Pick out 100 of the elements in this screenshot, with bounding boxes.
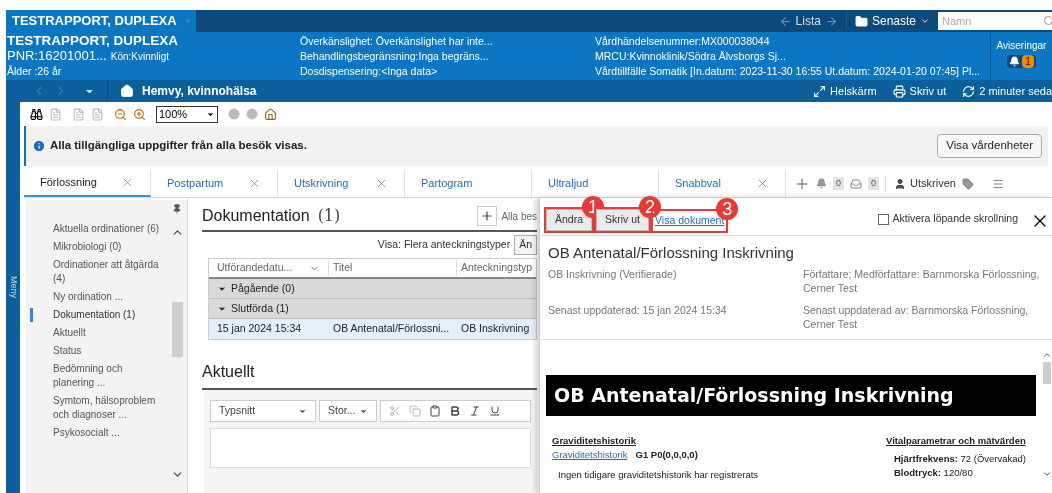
scroll-down-icon[interactable]	[1042, 469, 1052, 479]
copy-icon[interactable]	[409, 405, 421, 417]
view-button[interactable]: Än	[514, 235, 537, 255]
name-search-field[interactable]: Namn	[938, 12, 1040, 30]
patient-name: TESTRAPPORT, DUPLEXA	[7, 33, 180, 48]
bell-icon[interactable]	[816, 178, 827, 189]
banner-info-text: Dosdispensering:<Inga data>	[300, 64, 439, 79]
folder-icon	[854, 14, 868, 28]
notifications-label: Aviseringar	[996, 39, 1047, 53]
nav-list-item[interactable]: Aktuella ordinationer (6)	[30, 222, 167, 236]
notification-count-badge: 1	[1022, 55, 1034, 68]
page-icon[interactable]	[91, 107, 104, 121]
circle-icon[interactable]	[246, 108, 258, 120]
banner-info-text: Vårdhändelsenummer:MX000038044	[595, 34, 771, 49]
section-tab[interactable]: Snabbval	[659, 170, 786, 197]
age-text: Ålder :26 år	[7, 64, 63, 79]
inbox-icon[interactable]	[850, 177, 862, 190]
section-tab[interactable]: Utskrivning	[278, 170, 405, 197]
circle-icon[interactable]	[228, 108, 240, 120]
nav-list-item[interactable]: Mikrobiologi (0)	[30, 240, 167, 254]
show-care-units-button[interactable]: Visa vårdenheter	[937, 134, 1042, 158]
nav-list-item[interactable]: Psykosocialt ...	[30, 426, 167, 440]
nav-action-button[interactable]: Skriv ut	[892, 82, 947, 100]
add-button[interactable]	[477, 206, 498, 226]
document-banner-heading: OB Antenatal/Förlossning Inskrivning	[546, 374, 1036, 416]
banner-info-text: MRCU:Kvinnoklinik/Södra Älvsborgs Sj...	[595, 49, 787, 64]
forward-arrow-icon[interactable]	[824, 14, 838, 28]
continuous-scroll-checkbox[interactable]: Aktivera löpande skrollning	[877, 211, 1018, 227]
nav-list-item[interactable]: Status	[30, 344, 167, 358]
document-type-text: OB Inskrivning (Verifierade)	[548, 266, 678, 282]
caret-icon	[920, 16, 930, 26]
nav-list-item[interactable]: Ordinationer att åtgärda (4)	[30, 258, 167, 286]
column-header[interactable]: Anteckningstyp	[457, 260, 536, 276]
banner-info-text: Behandlingsbegränsning:Inga begräns...	[300, 49, 490, 64]
section-heading: Dokumentation	[202, 206, 310, 226]
group-row[interactable]: Slutförda (1)	[209, 299, 536, 319]
table-cell-text: OB Inskrivning	[460, 321, 531, 337]
refresh-icon	[962, 84, 976, 98]
updated-text: Senast uppdaterad: 15 jan 2024 15:34	[548, 302, 728, 318]
bold-icon[interactable]	[449, 405, 461, 417]
bell-icon	[1009, 56, 1021, 67]
history-link[interactable]: Graviditetshistorik	[552, 447, 628, 462]
font-select[interactable]: Typsnitt	[210, 400, 316, 422]
inbox-count-badge: 0	[868, 176, 880, 191]
view-filter-text: Visa: Flera anteckningstyper	[377, 237, 511, 253]
zoom-select[interactable]: 100%	[156, 105, 218, 123]
history-note: Ingen tidigare graviditetshistorik har registrerats	[557, 468, 760, 482]
nav-list-item[interactable]: Aktuellt	[30, 326, 167, 340]
page-icon[interactable]	[49, 107, 62, 121]
nav-list-item[interactable]: Symtom, hälsoproblem och diagnoser ...	[30, 394, 167, 422]
page-title: Hemvy, kvinnohälsa	[142, 83, 257, 100]
status-button[interactable]: Utskriven	[885, 175, 956, 192]
cut-icon[interactable]	[389, 405, 401, 417]
size-select[interactable]: Stor...	[319, 400, 377, 422]
scrollbar-thumb[interactable]	[1043, 361, 1051, 384]
section-heading: Vitalparametrar och mätvärden	[886, 433, 1027, 448]
section-heading: Graviditetshistorik	[552, 433, 637, 448]
binoculars-icon[interactable]	[30, 107, 43, 121]
nav-action-button[interactable]: 2 minuter seda	[962, 82, 1052, 100]
count-text: (1)	[317, 205, 341, 227]
italic-icon[interactable]	[469, 405, 481, 417]
column-header[interactable]: Utförandedatu...	[209, 260, 329, 276]
history-value: G1 P0(0,0,0,0)	[635, 447, 698, 462]
banner-info-text: Vårdtillfälle Somatik [In.datum: 2023-11-30 16:55 Ut.datum: 2024-01-20 07:45] Pl...	[595, 64, 982, 79]
zoom-out-icon[interactable]	[114, 107, 127, 121]
authors-text: Författare; Medförfattare: Barnmorska Förlossning, Cerner Test	[803, 266, 1041, 295]
alert-count-badge: 0	[833, 176, 844, 191]
paste-icon[interactable]	[429, 405, 441, 417]
zoom-in-icon[interactable]	[133, 107, 146, 121]
menu-icon[interactable]	[991, 177, 1004, 190]
list-label[interactable]: Lista	[795, 12, 821, 30]
sex-text: Kön:Kvinnligt	[110, 50, 170, 64]
nav-list-item[interactable]: Dokumentation (1)	[30, 308, 167, 322]
home-icon[interactable]	[264, 107, 277, 121]
tag-icon[interactable]	[961, 177, 974, 190]
pnr-text: PNR:16201001...	[7, 48, 107, 63]
nav-list-item[interactable]: Ny ordination ...	[30, 290, 167, 304]
info-icon	[32, 139, 46, 153]
section-tab[interactable]: Förlossning	[24, 170, 151, 197]
back-arrow-icon[interactable]	[778, 14, 792, 28]
nav-list-item[interactable]: Bedömning och planering ...	[30, 362, 167, 390]
group-row[interactable]: Pågående (0)	[209, 279, 536, 299]
fullscreen-icon	[813, 84, 827, 98]
text-editor-field[interactable]	[210, 428, 531, 468]
nav-action-button[interactable]: Helskärm	[813, 82, 877, 100]
column-header[interactable]: Titel	[329, 260, 457, 276]
notifications-button[interactable]: 1	[1007, 55, 1036, 68]
person-icon	[894, 177, 907, 190]
section-tab[interactable]: Partogram	[405, 170, 532, 197]
pin-icon[interactable]	[172, 204, 182, 214]
vital-sign-text: Blodtryck: 120/80	[894, 466, 974, 480]
updated-by-text: Senast uppdaterad av: Barnmorska Förlossning, Cerner Test	[803, 302, 1030, 331]
table-cell-text: OB Antenatal/Förlossni...	[332, 321, 451, 337]
banner-info-text: Överkänslighet: Överkänslighet har inte...	[300, 34, 494, 49]
underline-icon[interactable]	[489, 405, 501, 417]
page-icon[interactable]	[72, 107, 85, 121]
printer-icon	[892, 84, 906, 98]
section-tab[interactable]: Postpartum	[151, 170, 278, 197]
scrollbar-thumb[interactable]	[171, 302, 183, 357]
document-title: OB Antenatal/Förlossning Inskrivning	[548, 243, 795, 263]
